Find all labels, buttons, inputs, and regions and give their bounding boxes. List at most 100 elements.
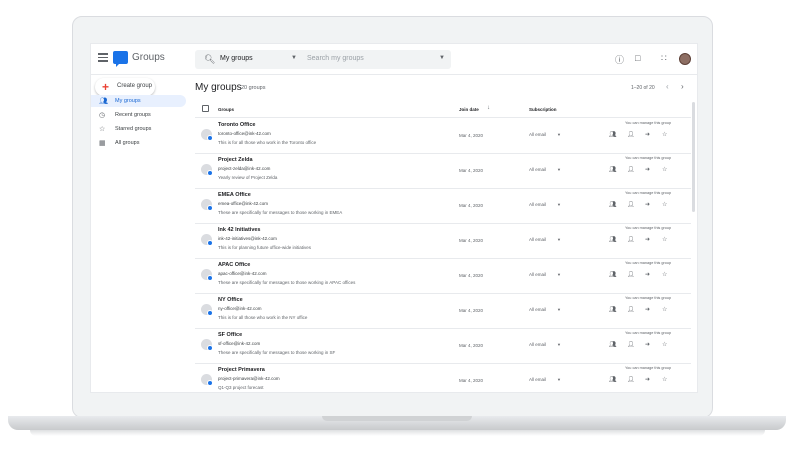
group-name[interactable]: Ink 42 Initiatives	[218, 227, 261, 233]
account-avatar[interactable]	[679, 53, 691, 65]
group-name[interactable]: Project Zelda	[218, 157, 253, 163]
header-groups[interactable]: Groups	[218, 107, 234, 112]
caret-down-icon[interactable]: ▼	[291, 55, 297, 61]
leave-group-icon[interactable]: ➜	[645, 341, 650, 348]
leave-group-icon[interactable]: ➜	[645, 306, 650, 313]
table-row[interactable]: Toronto Office toronto-office@ink-42.com T…	[195, 118, 691, 154]
group-name[interactable]: Toronto Office	[218, 122, 255, 128]
search-input[interactable]: Search my groups	[307, 55, 364, 62]
group-name[interactable]: SF Office	[218, 332, 242, 338]
join-date: Mar 4, 2020	[459, 133, 484, 138]
table-row[interactable]: APAC Office apac-office@ink-42.com These a…	[195, 258, 691, 294]
select-all-checkbox[interactable]	[202, 105, 209, 112]
table-row[interactable]: Ink 42 Initiatives ink-42-initiatives@ink…	[195, 223, 691, 259]
group-email: ink-42-initiatives@ink-42.com	[218, 236, 277, 241]
join-date: Mar 4, 2020	[459, 273, 484, 278]
subscription-select[interactable]: All email	[529, 307, 546, 312]
feedback-icon[interactable]: □	[635, 53, 640, 63]
star-icon[interactable]: ☆	[662, 166, 667, 173]
leave-group-icon[interactable]: ➜	[645, 376, 650, 383]
add-member-icon[interactable]: 👤︎	[627, 131, 635, 138]
add-member-icon[interactable]: 👤︎	[627, 341, 635, 348]
members-icon[interactable]: 👥︎	[609, 166, 617, 173]
caret-down-icon[interactable]: ▼	[557, 132, 561, 137]
hamburger-menu-icon[interactable]	[98, 53, 108, 62]
search-bar[interactable]: 🔍︎ My groups ▼ Search my groups ▼	[195, 50, 451, 69]
add-member-icon[interactable]: 👤︎	[627, 166, 635, 173]
sidebar-item-label: Starred groups	[115, 126, 152, 132]
leave-group-icon[interactable]: ➜	[645, 271, 650, 278]
members-icon[interactable]: 👥︎	[609, 306, 617, 313]
group-description: Yearly review of Project Zelda	[218, 175, 278, 180]
group-email: apac-office@ink-42.com	[218, 271, 267, 276]
sidebar-item-starred-groups[interactable]: ☆ Starred groups	[91, 123, 186, 135]
members-icon[interactable]: 👥︎	[609, 236, 617, 243]
leave-group-icon[interactable]: ➜	[645, 166, 650, 173]
table-row[interactable]: Project Zelda project-zelda@ink-42.com Yea…	[195, 153, 691, 189]
subscription-select[interactable]: All email	[529, 342, 546, 347]
group-name[interactable]: Project Primavera	[218, 367, 265, 373]
caret-down-icon[interactable]: ▼	[557, 342, 561, 347]
sidebar-item-all-groups[interactable]: ▦ All groups	[91, 137, 186, 149]
add-member-icon[interactable]: 👤︎	[627, 271, 635, 278]
table-row[interactable]: NY Office ny-office@ink-42.com This is for…	[195, 293, 691, 329]
manage-note: You can manage this group	[625, 331, 672, 335]
star-icon[interactable]: ☆	[662, 271, 667, 278]
sidebar-item-recent-groups[interactable]: ◷ Recent groups	[91, 109, 186, 121]
members-icon[interactable]: 👥︎	[609, 131, 617, 138]
table-row[interactable]: EMEA Office emea-office@ink-42.com These a…	[195, 188, 691, 224]
group-name[interactable]: NY Office	[218, 297, 243, 303]
group-name[interactable]: APAC Office	[218, 262, 250, 268]
help-icon[interactable]: ⓘ	[615, 53, 624, 66]
caret-down-icon[interactable]: ▼	[557, 377, 561, 382]
sidebar-item-my-groups[interactable]: 👥︎ My groups	[91, 95, 186, 107]
star-icon[interactable]: ☆	[662, 306, 667, 313]
create-group-button[interactable]: + Create group	[95, 78, 155, 96]
members-icon[interactable]: 👥︎	[609, 341, 617, 348]
star-icon[interactable]: ☆	[662, 201, 667, 208]
add-member-icon[interactable]: 👤︎	[627, 306, 635, 313]
add-member-icon[interactable]: 👤︎	[627, 201, 635, 208]
caret-down-icon[interactable]: ▼	[557, 167, 561, 172]
subscription-select[interactable]: All email	[529, 377, 546, 382]
group-avatar-icon	[201, 199, 213, 211]
group-name[interactable]: EMEA Office	[218, 192, 251, 198]
search-scope[interactable]: My groups	[220, 55, 253, 62]
add-member-icon[interactable]: 👤︎	[627, 236, 635, 243]
header-join-date[interactable]: Join date	[459, 107, 479, 112]
leave-group-icon[interactable]: ➜	[645, 131, 650, 138]
subscription-select[interactable]: All email	[529, 132, 546, 137]
subscription-select[interactable]: All email	[529, 237, 546, 242]
star-icon[interactable]: ☆	[662, 236, 667, 243]
star-icon[interactable]: ☆	[662, 376, 667, 383]
chevron-right-icon[interactable]: ›	[681, 82, 684, 91]
caret-down-icon[interactable]: ▼	[557, 272, 561, 277]
caret-down-icon[interactable]: ▼	[557, 202, 561, 207]
caret-down-icon[interactable]: ▼	[557, 237, 561, 242]
add-member-icon[interactable]: 👤︎	[627, 376, 635, 383]
search-options-caret-icon[interactable]: ▼	[439, 55, 445, 61]
star-icon[interactable]: ☆	[662, 131, 667, 138]
subscription-select[interactable]: All email	[529, 167, 546, 172]
table-row[interactable]: Project Primavera project-primavera@ink-4…	[195, 363, 691, 392]
star-icon[interactable]: ☆	[662, 341, 667, 348]
header-subscription[interactable]: Subscription	[529, 107, 557, 112]
members-icon[interactable]: 👥︎	[609, 271, 617, 278]
app-screen: Groups 🔍︎ My groups ▼ Search my groups ▼…	[90, 43, 698, 393]
scrollbar[interactable]	[692, 102, 695, 212]
pagination-range: 1–20 of 20	[631, 85, 655, 91]
apps-grid-icon[interactable]: ∷	[661, 53, 667, 64]
plus-icon: +	[102, 80, 110, 94]
members-icon[interactable]: 👥︎	[609, 376, 617, 383]
leave-group-icon[interactable]: ➜	[645, 201, 650, 208]
chevron-left-icon[interactable]: ‹	[666, 82, 669, 91]
subscription-select[interactable]: All email	[529, 272, 546, 277]
members-icon[interactable]: 👥︎	[609, 201, 617, 208]
search-icon[interactable]: 🔍︎	[204, 54, 215, 65]
leave-group-icon[interactable]: ➜	[645, 236, 650, 243]
table-row[interactable]: SF Office sf-office@ink-42.com These are s…	[195, 328, 691, 364]
group-email: project-primavera@ink-42.com	[218, 376, 280, 381]
caret-down-icon[interactable]: ▼	[557, 307, 561, 312]
sort-arrow-down-icon[interactable]: ↓	[487, 105, 490, 111]
subscription-select[interactable]: All email	[529, 202, 546, 207]
